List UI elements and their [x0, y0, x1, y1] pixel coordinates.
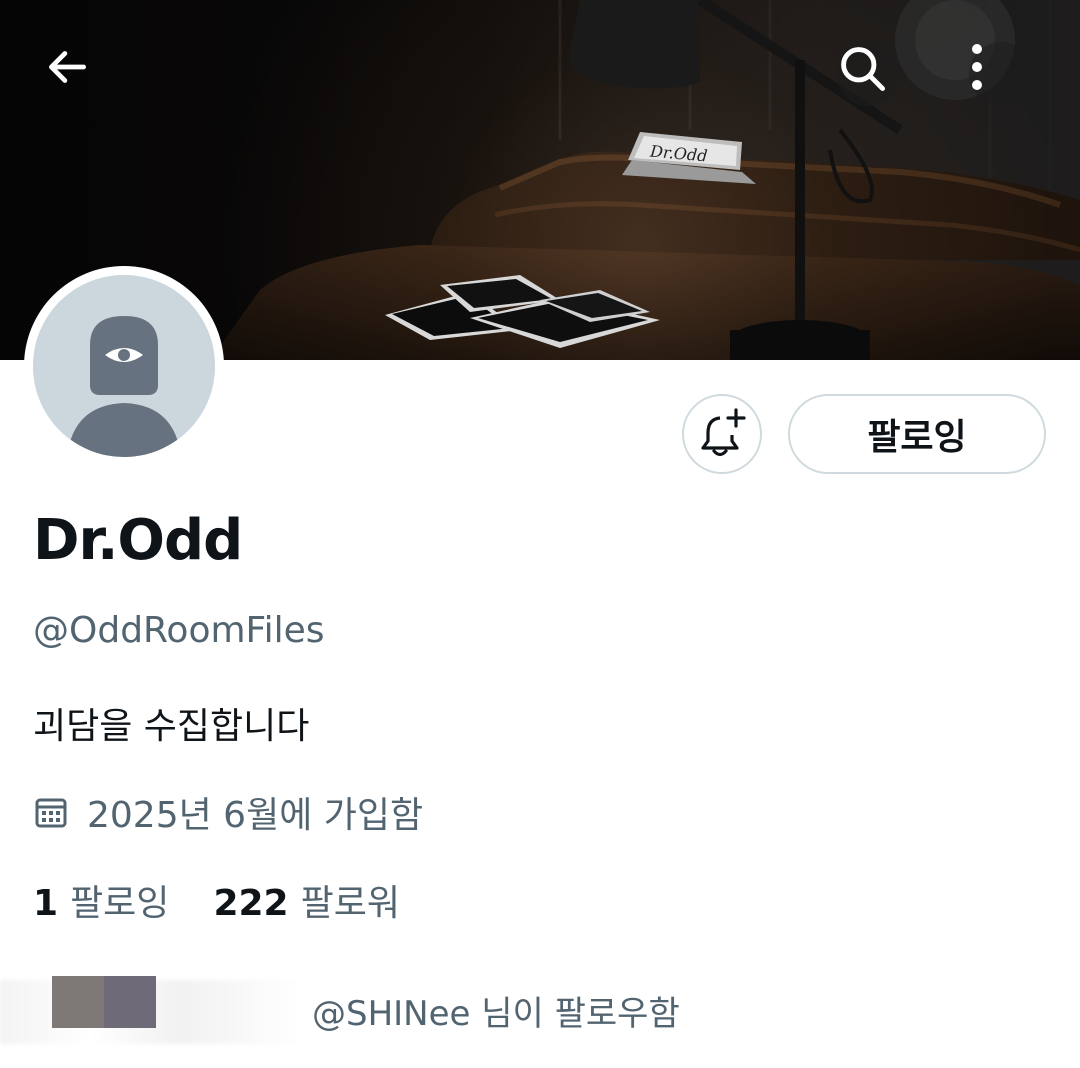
calendar-icon: [35, 798, 67, 828]
following-count: 1: [33, 883, 59, 924]
search-icon: [841, 47, 886, 92]
display-name: Dr.Odd: [33, 508, 243, 573]
user-handle: @OddRoomFiles: [33, 610, 325, 651]
follow-stats: 1 팔로잉 222 팔로워: [33, 874, 400, 926]
followers-stat[interactable]: 222 팔로워: [213, 874, 400, 926]
follower-avatar: [52, 976, 104, 1028]
join-date-text: 2025년 6월에 가입함: [87, 795, 424, 836]
default-avatar-icon: [33, 275, 215, 457]
notify-button[interactable]: [682, 394, 762, 474]
bell-plus-icon: [701, 408, 746, 457]
join-date: 2025년 6월에 가입함: [33, 786, 423, 838]
following-button-label: 팔로잉: [867, 417, 967, 458]
follower-avatar: [104, 976, 156, 1028]
profile-avatar[interactable]: [24, 266, 224, 466]
followers-count: 222: [213, 883, 289, 924]
avatar: [33, 275, 215, 457]
followers-label: 팔로워: [300, 883, 400, 924]
following-stat[interactable]: 1 팔로잉: [33, 874, 169, 926]
followed-by-row[interactable]: @SHINee 님이 팔로우함: [0, 972, 1080, 1052]
back-button[interactable]: [42, 42, 106, 106]
followed-by-text: @SHINee 님이 팔로우함: [312, 994, 680, 1034]
bio: 괴담을 수집합니다: [33, 706, 310, 747]
following-button[interactable]: 팔로잉: [788, 394, 1046, 474]
search-button[interactable]: [836, 42, 900, 106]
arrow-left-icon: [49, 51, 87, 83]
more-vertical-icon: [972, 44, 982, 90]
following-label: 팔로잉: [70, 883, 170, 924]
more-options-button[interactable]: [969, 42, 1033, 106]
